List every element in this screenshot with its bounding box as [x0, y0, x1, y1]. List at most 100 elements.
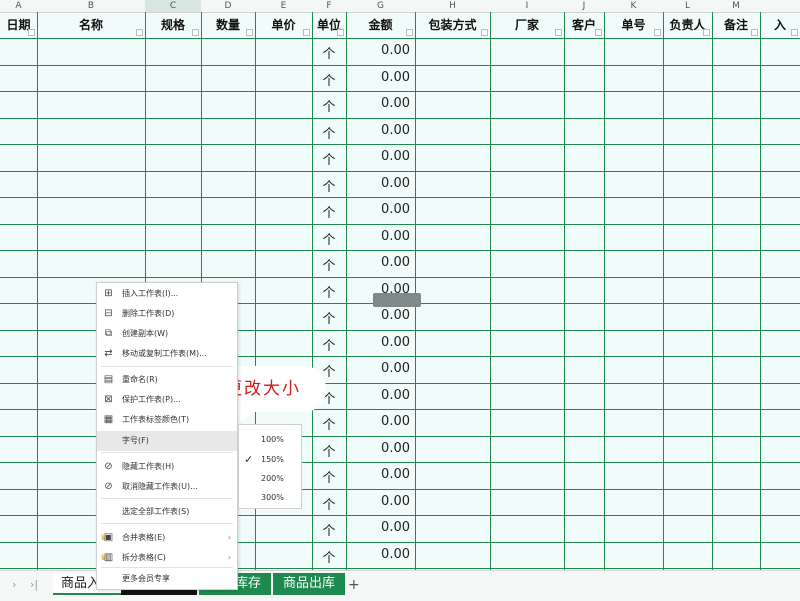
- amount-cell[interactable]: 0.00: [346, 467, 410, 482]
- amount-cell[interactable]: 0.00: [346, 202, 410, 217]
- header-cell[interactable]: 入: [760, 12, 800, 38]
- filter-dropdown-icon[interactable]: [303, 29, 310, 36]
- unit-cell[interactable]: 个: [312, 70, 346, 89]
- unit-cell[interactable]: 个: [312, 255, 346, 274]
- menu-item[interactable]: ▣ 合并表格(E) ♛ ›: [97, 528, 237, 548]
- filter-dropdown-icon[interactable]: [595, 29, 602, 36]
- grid-hline: [0, 224, 800, 225]
- unit-cell[interactable]: 个: [312, 335, 346, 354]
- header-cell[interactable]: 金额: [346, 12, 415, 38]
- header-cell[interactable]: 客户: [564, 12, 604, 38]
- amount-cell[interactable]: 0.00: [346, 123, 410, 138]
- amount-cell[interactable]: 0.00: [346, 43, 410, 58]
- filter-dropdown-icon[interactable]: [481, 29, 488, 36]
- amount-cell[interactable]: 0.00: [346, 520, 410, 535]
- amount-cell[interactable]: 0.00: [346, 149, 410, 164]
- menu-item[interactable]: 字号(F): [97, 431, 237, 451]
- header-cell[interactable]: 名称: [37, 12, 145, 38]
- header-cell[interactable]: 数量: [201, 12, 255, 38]
- header-label: 日期: [6, 18, 31, 32]
- unit-cell[interactable]: 个: [312, 308, 346, 327]
- header-cell[interactable]: 备注: [712, 12, 760, 38]
- amount-cell[interactable]: 0.00: [346, 96, 410, 111]
- filter-dropdown-icon[interactable]: [337, 29, 344, 36]
- menu-item-label: 更多会员专享: [122, 574, 170, 583]
- menu-item[interactable]: 选定全部工作表(S): [97, 502, 237, 522]
- unit-cell[interactable]: 个: [312, 467, 346, 486]
- menu-item[interactable]: ▥ 拆分表格(C) ♛ ›: [97, 548, 237, 568]
- header-label: 厂家: [514, 18, 539, 32]
- amount-cell[interactable]: 0.00: [346, 255, 410, 270]
- menu-item[interactable]: ▤ 重命名(R): [97, 370, 237, 390]
- add-sheet-button[interactable]: +: [348, 577, 360, 593]
- menu-item[interactable]: ▦ 工作表标签颜色(T): [97, 410, 237, 430]
- filter-dropdown-icon[interactable]: [406, 29, 413, 36]
- menu-item[interactable]: ⧉ 创建副本(W): [97, 324, 237, 344]
- last-sheet-icon[interactable]: ›|: [30, 578, 38, 591]
- amount-cell[interactable]: 0.00: [346, 308, 410, 323]
- header-label: 名称: [78, 18, 103, 32]
- unit-cell[interactable]: 个: [312, 202, 346, 221]
- header-cell[interactable]: 日期: [0, 12, 37, 38]
- menu-item[interactable]: ⊠ 保护工作表(P)...: [97, 390, 237, 410]
- menu-item[interactable]: 更多会员专享: [97, 569, 237, 589]
- amount-cell[interactable]: 0.00: [346, 361, 410, 376]
- unit-cell[interactable]: 个: [312, 414, 346, 433]
- header-cell[interactable]: 单价: [255, 12, 312, 38]
- copy-sheet-icon: ⧉: [104, 328, 113, 339]
- amount-cell[interactable]: 0.00: [346, 176, 410, 191]
- filter-dropdown-icon[interactable]: [654, 29, 661, 36]
- menu-item-label: 拆分表格(C): [122, 553, 166, 562]
- unit-cell[interactable]: 个: [312, 282, 346, 301]
- amount-cell[interactable]: 0.00: [346, 70, 410, 85]
- filter-dropdown-icon[interactable]: [751, 29, 758, 36]
- menu-item[interactable]: ⊞ 插入工作表(I)...: [97, 284, 237, 304]
- amount-cell[interactable]: 0.00: [346, 441, 410, 456]
- grid-vline: [663, 12, 664, 570]
- font-size-option[interactable]: 100%: [261, 435, 284, 444]
- filter-dropdown-icon[interactable]: [246, 29, 253, 36]
- tab-sheet-outbound[interactable]: 商品出库: [273, 573, 345, 595]
- prev-sheet-icon[interactable]: ›: [12, 578, 16, 591]
- amount-cell[interactable]: 0.00: [346, 335, 410, 350]
- header-cell[interactable]: 规格: [145, 12, 201, 38]
- menu-item[interactable]: ⊘ 隐藏工作表(H): [97, 457, 237, 477]
- filter-dropdown-icon[interactable]: [703, 29, 710, 36]
- amount-cell[interactable]: 0.00: [346, 494, 410, 509]
- header-cell[interactable]: 负责人: [663, 12, 712, 38]
- grid-vline: [415, 12, 416, 570]
- unit-cell[interactable]: 个: [312, 176, 346, 195]
- filter-dropdown-icon[interactable]: [192, 29, 199, 36]
- grid-hline: [0, 144, 800, 145]
- unit-cell[interactable]: 个: [312, 96, 346, 115]
- unit-cell[interactable]: 个: [312, 520, 346, 539]
- filter-dropdown-icon[interactable]: [555, 29, 562, 36]
- header-cell[interactable]: 单号: [604, 12, 663, 38]
- grid-vline: [760, 12, 761, 570]
- menu-item[interactable]: ⇄ 移动或复制工作表(M)...: [97, 344, 237, 364]
- unit-cell[interactable]: 个: [312, 123, 346, 142]
- filter-dropdown-icon[interactable]: [136, 29, 143, 36]
- amount-cell[interactable]: 0.00: [346, 229, 410, 244]
- amount-cell[interactable]: 0.00: [346, 388, 410, 403]
- font-size-option[interactable]: 150%: [261, 455, 284, 464]
- menu-item[interactable]: ⊟ 删除工作表(D): [97, 304, 237, 324]
- menu-item-label: 取消隐藏工作表(U)...: [122, 482, 198, 491]
- amount-cell[interactable]: 0.00: [346, 414, 410, 429]
- unit-cell[interactable]: 个: [312, 441, 346, 460]
- font-size-option[interactable]: 200%: [261, 474, 284, 483]
- unit-cell[interactable]: 个: [312, 43, 346, 62]
- filter-dropdown-icon[interactable]: [791, 29, 798, 36]
- unit-cell[interactable]: 个: [312, 149, 346, 168]
- menu-item[interactable]: ⊘ 取消隐藏工作表(U)...: [97, 477, 237, 497]
- header-cell[interactable]: 包装方式: [415, 12, 490, 38]
- unit-cell[interactable]: 个: [312, 547, 346, 566]
- filter-dropdown-icon[interactable]: [28, 29, 35, 36]
- header-cell[interactable]: 厂家: [490, 12, 564, 38]
- unit-cell[interactable]: 个: [312, 494, 346, 513]
- menu-item-label: 合并表格(E): [122, 533, 166, 542]
- unit-cell[interactable]: 个: [312, 229, 346, 248]
- amount-cell[interactable]: 0.00: [346, 547, 410, 562]
- font-size-option[interactable]: 300%: [261, 493, 284, 502]
- header-cell[interactable]: 单位: [312, 12, 346, 38]
